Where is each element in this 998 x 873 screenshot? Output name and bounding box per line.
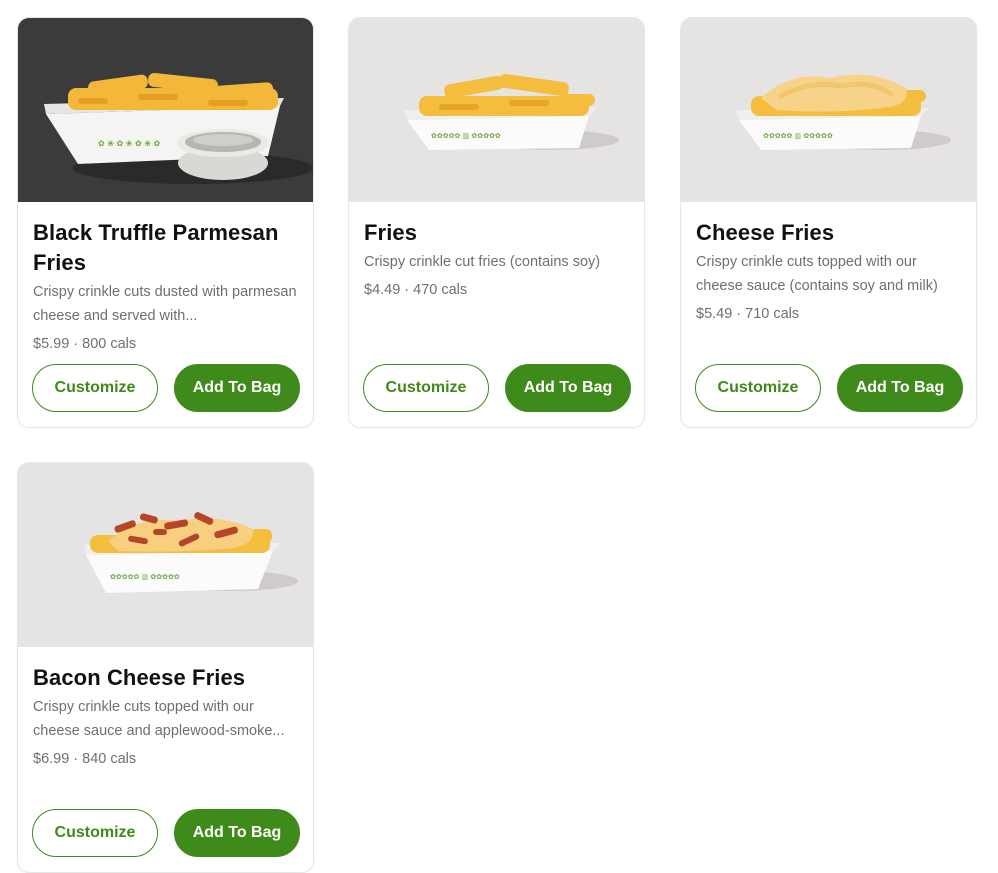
item-price: $6.99 xyxy=(33,751,70,767)
customize-button[interactable]: Customize xyxy=(363,364,489,412)
add-to-bag-button[interactable]: Add To Bag xyxy=(505,364,631,412)
item-description: Crispy crinkle cuts dusted with parmesan… xyxy=(33,284,297,324)
item-title: Bacon Cheese Fries xyxy=(33,665,246,690)
menu-item-card[interactable]: ✿✿✿✿✿ ▥ ✿✿✿✿✿ Cheese Fries Crispy crinkl… xyxy=(680,17,977,428)
fries-image[interactable]: ✿✿✿✿✿ ▥ ✿✿✿✿✿ xyxy=(349,18,644,202)
item-price-calories: $5.49 · 710 cals xyxy=(696,302,961,326)
item-calories: 800 cals xyxy=(82,336,137,352)
separator: · xyxy=(73,751,79,767)
cheese-fries-image[interactable]: ✿✿✿✿✿ ▥ ✿✿✿✿✿ xyxy=(681,18,976,202)
bacon-cheese-fries-image[interactable]: ✿✿✿✿✿ ▥ ✿✿✿✿✿ xyxy=(18,463,313,647)
separator: · xyxy=(73,336,79,352)
svg-text:✿✿✿✿✿ ▥ ✿✿✿✿✿: ✿✿✿✿✿ ▥ ✿✿✿✿✿ xyxy=(110,573,180,581)
fries-with-truffle-dip-image[interactable]: ✿ ❀ ✿ ❀ ✿ ❀ ✿ xyxy=(18,18,313,202)
customize-button[interactable]: Customize xyxy=(695,364,821,412)
item-title: Fries xyxy=(364,220,418,245)
menu-item-card[interactable]: ✿✿✿✿✿ ▥ ✿✿✿✿✿ Bacon Cheese Fries Crispy … xyxy=(17,462,314,873)
menu-item-card[interactable]: ✿ ❀ ✿ ❀ ✿ ❀ ✿ Black Truffle Parmesan Fri… xyxy=(17,17,314,428)
svg-text:✿✿✿✿✿ ▥ ✿✿✿✿✿: ✿✿✿✿✿ ▥ ✿✿✿✿✿ xyxy=(763,132,833,140)
svg-text:✿✿✿✿✿ ▥ ✿✿✿✿✿: ✿✿✿✿✿ ▥ ✿✿✿✿✿ xyxy=(431,132,501,140)
item-calories: 710 cals xyxy=(745,306,800,322)
item-price-calories: $5.99 · 800 cals xyxy=(33,332,298,356)
item-price: $5.49 xyxy=(696,306,733,322)
separator: · xyxy=(404,282,410,298)
item-title: Black Truffle Parmesan Fries xyxy=(33,220,279,275)
add-to-bag-button[interactable]: Add To Bag xyxy=(174,809,300,857)
add-to-bag-button[interactable]: Add To Bag xyxy=(174,364,300,412)
item-price: $4.49 xyxy=(364,282,401,298)
separator: · xyxy=(736,306,742,322)
svg-text:✿ ❀ ✿ ❀ ✿ ❀ ✿: ✿ ❀ ✿ ❀ ✿ ❀ ✿ xyxy=(98,139,160,148)
item-title: Cheese Fries xyxy=(696,220,835,245)
item-price-calories: $6.99 · 840 cals xyxy=(33,747,298,771)
item-description: Crispy crinkle cuts topped with our chee… xyxy=(33,699,285,739)
customize-button[interactable]: Customize xyxy=(32,809,158,857)
item-description: Crispy crinkle cuts topped with our chee… xyxy=(696,254,938,294)
menu-item-card[interactable]: ✿✿✿✿✿ ▥ ✿✿✿✿✿ Fries Crispy crinkle cut f… xyxy=(348,17,645,428)
item-description: Crispy crinkle cut fries (contains soy) xyxy=(364,254,601,270)
customize-button[interactable]: Customize xyxy=(32,364,158,412)
item-price-calories: $4.49 · 470 cals xyxy=(364,278,629,302)
item-calories: 470 cals xyxy=(413,282,468,298)
item-calories: 840 cals xyxy=(82,751,137,767)
add-to-bag-button[interactable]: Add To Bag xyxy=(837,364,963,412)
item-price: $5.99 xyxy=(33,336,70,352)
